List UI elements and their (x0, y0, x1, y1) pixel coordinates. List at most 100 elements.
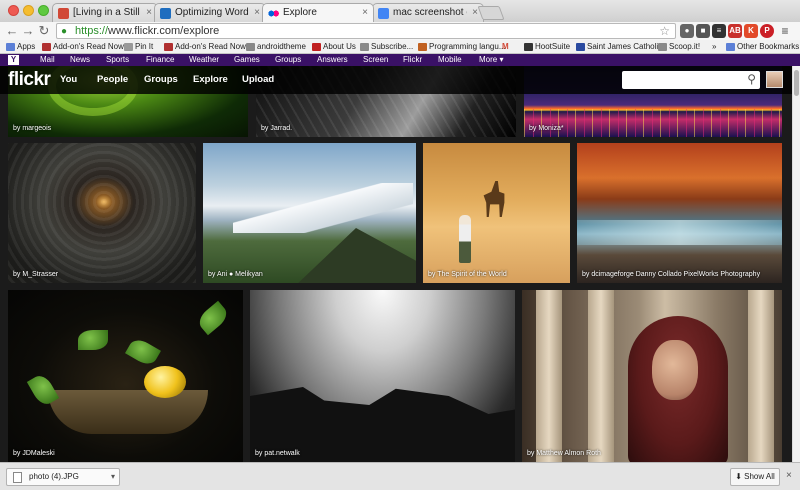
download-item[interactable]: photo (4).JPG ▾ (6, 468, 120, 486)
bookmark-item[interactable]: Saint James Catholi... (576, 41, 665, 53)
bookmark-item[interactable]: Pin It (124, 41, 153, 53)
photo-credit[interactable]: by Moniza* (529, 125, 564, 132)
yahoo-link-finance[interactable]: Finance (146, 55, 174, 65)
yahoo-link-mail[interactable]: Mail (40, 55, 55, 65)
bookmark-item[interactable]: Subscribe... (360, 41, 413, 53)
lock-icon: ● (61, 26, 68, 37)
yahoo-link-screen[interactable]: Screen (363, 55, 388, 65)
bookmark-item[interactable]: HootSuite (524, 41, 570, 53)
page-icon (246, 43, 255, 51)
tab-optimizing-wordpress[interactable]: Optimizing WordPress × (154, 3, 266, 22)
photo-detail (233, 183, 413, 233)
yahoo-link-flickr[interactable]: Flickr (403, 55, 422, 65)
yahoo-link-games[interactable]: Games (234, 55, 260, 65)
photo-credit[interactable]: by margeois (13, 125, 51, 132)
avatar[interactable] (766, 71, 783, 88)
photo-detail (195, 300, 231, 336)
grid-icon (160, 8, 171, 19)
bookmark-item[interactable]: Add-on's Read Now (42, 41, 124, 53)
photo-tile[interactable]: by The Spirit of the World (423, 143, 570, 283)
address-bar[interactable]: ● https://www.flickr.com/explore ☆ (56, 23, 676, 39)
close-tab-icon[interactable]: × (254, 7, 260, 18)
flickr-icon (268, 8, 279, 19)
layers-icon[interactable]: ≡ (712, 24, 726, 38)
bookmark-star-icon[interactable]: ☆ (659, 24, 670, 38)
bookmark-item[interactable]: androidtheme (246, 41, 306, 53)
photo-tile[interactable]: by JDMaleski (8, 290, 243, 462)
yahoo-link-sports[interactable]: Sports (106, 55, 129, 65)
yahoo-more-menu[interactable]: More ▾ (479, 55, 503, 65)
scrollbar-thumb[interactable] (794, 70, 799, 96)
yahoo-link-weather[interactable]: Weather (189, 55, 219, 65)
bookmark-item[interactable]: Programming langu... (418, 41, 505, 53)
back-button[interactable]: ← (4, 23, 20, 39)
tab-mac-screenshot[interactable]: mac screenshot command × (372, 3, 484, 22)
bookmark-item[interactable]: About Us (312, 41, 356, 53)
nav-people[interactable]: People (97, 74, 128, 85)
nav-explore[interactable]: Explore (193, 74, 228, 85)
photo-tile[interactable]: by dcimageforge Danny Collado PixelWorks… (577, 143, 782, 283)
menu-icon[interactable]: ≡ (778, 24, 792, 38)
photo-credit[interactable]: by Ani ● Melikyan (208, 271, 263, 278)
photo-detail (483, 181, 505, 217)
extension-icon[interactable]: ■ (696, 24, 710, 38)
photo-credit[interactable]: by Jarrad. (261, 125, 292, 132)
nav-groups[interactable]: Groups (144, 74, 178, 85)
gmail-icon: M (502, 42, 509, 51)
other-bookmarks[interactable]: Other Bookmarks (726, 41, 799, 53)
bookmark-apps[interactable]: Apps (6, 41, 35, 53)
photo-tile[interactable]: by pat.netwalk (250, 290, 515, 462)
close-tab-icon[interactable]: × (362, 7, 368, 18)
chevron-down-icon[interactable]: ▾ (111, 469, 115, 485)
page-icon (658, 43, 667, 51)
bookmark-item[interactable]: Add-on's Read Now (164, 41, 246, 53)
close-downloads-bar-icon[interactable]: × (786, 470, 792, 481)
extension-icon[interactable]: K (744, 24, 758, 38)
bookmark-icon (164, 43, 173, 51)
close-window-button[interactable] (8, 5, 19, 16)
pinterest-icon[interactable]: P (760, 24, 774, 38)
apps-icon (6, 43, 15, 51)
search-icon[interactable]: ⚲ (747, 72, 756, 86)
photo-detail (293, 228, 416, 283)
new-tab-button[interactable] (477, 6, 505, 20)
page-scrollbar[interactable] (792, 66, 800, 462)
photo-credit[interactable]: by M_Strasser (13, 271, 58, 278)
show-all-downloads-button[interactable]: ⬇ Show All (730, 468, 780, 486)
hootsuite-icon (524, 43, 533, 51)
search-input[interactable]: ⚲ (622, 71, 760, 89)
yahoo-bar: Y Mail News Sports Finance Weather Games… (0, 54, 800, 66)
bookmark-item[interactable]: Scoop.it! (658, 41, 700, 53)
photo-credit[interactable]: by Matthew Almon Roth (527, 450, 601, 457)
photo-tile[interactable]: by Ani ● Melikyan (203, 143, 416, 283)
photo-credit[interactable]: by JDMaleski (13, 450, 55, 457)
photo-credit[interactable]: by pat.netwalk (255, 450, 300, 457)
download-icon: ⬇ (735, 472, 742, 481)
nav-upload[interactable]: Upload (242, 74, 274, 85)
maximize-window-button[interactable] (38, 5, 49, 16)
nav-you[interactable]: You (60, 74, 77, 85)
photo-credit[interactable]: by dcimageforge Danny Collado PixelWorks… (582, 271, 760, 278)
page-icon (360, 43, 369, 51)
tab-gmail[interactable]: [Living in a Still Life] Comm × (52, 3, 158, 22)
close-tab-icon[interactable]: × (472, 7, 478, 18)
photo-credit[interactable]: by The Spirit of the World (428, 271, 507, 278)
adblock-icon[interactable]: AB (728, 24, 742, 38)
forward-button[interactable]: → (20, 23, 36, 39)
reload-button[interactable]: ↻ (36, 23, 52, 39)
yahoo-logo[interactable]: Y (8, 55, 19, 65)
tab-explore[interactable]: Explore × (262, 3, 374, 22)
flickr-logo[interactable]: flickr (8, 69, 51, 91)
photo-tile[interactable]: by M_Strasser (8, 143, 196, 283)
yahoo-link-news[interactable]: News (70, 55, 90, 65)
gmail-bookmark[interactable]: M (502, 41, 509, 53)
yahoo-link-groups[interactable]: Groups (275, 55, 301, 65)
yahoo-link-mobile[interactable]: Mobile (438, 55, 462, 65)
more-bookmarks-chevron[interactable]: » (712, 41, 716, 53)
extension-icon[interactable]: ● (680, 24, 694, 38)
close-tab-icon[interactable]: × (146, 7, 152, 18)
yahoo-link-answers[interactable]: Answers (317, 55, 348, 65)
photo-detail (144, 366, 186, 398)
minimize-window-button[interactable] (23, 5, 34, 16)
photo-tile[interactable]: by Matthew Almon Roth (522, 290, 782, 462)
